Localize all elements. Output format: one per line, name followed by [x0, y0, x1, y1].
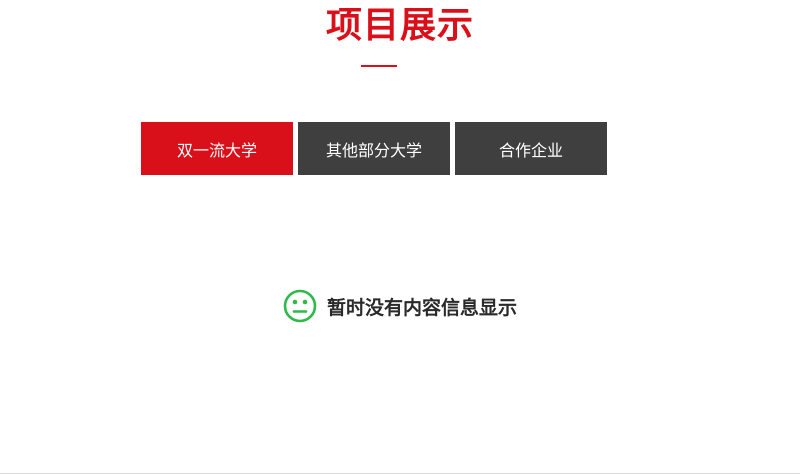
tab-double-first-class-universities[interactable]: 双一流大学: [141, 122, 293, 175]
tab-label: 双一流大学: [176, 140, 257, 160]
title-divider: [361, 65, 397, 67]
tab-partner-companies[interactable]: 合作企业: [455, 122, 607, 175]
category-tabs: 双一流大学 其他部分大学 合作企业: [141, 122, 607, 175]
tab-label: 其他部分大学: [325, 140, 422, 160]
tab-label: 合作企业: [498, 140, 563, 160]
neutral-face-icon: [283, 289, 317, 323]
empty-state: 暂时没有内容信息显示: [0, 289, 800, 323]
project-showcase-section: 项目展示 双一流大学 其他部分大学 合作企业 暂时没有内容信息显示: [0, 0, 800, 474]
section-title: 项目展示: [325, 5, 474, 46]
empty-state-message: 暂时没有内容信息显示: [326, 296, 517, 319]
tab-other-universities[interactable]: 其他部分大学: [298, 122, 450, 175]
